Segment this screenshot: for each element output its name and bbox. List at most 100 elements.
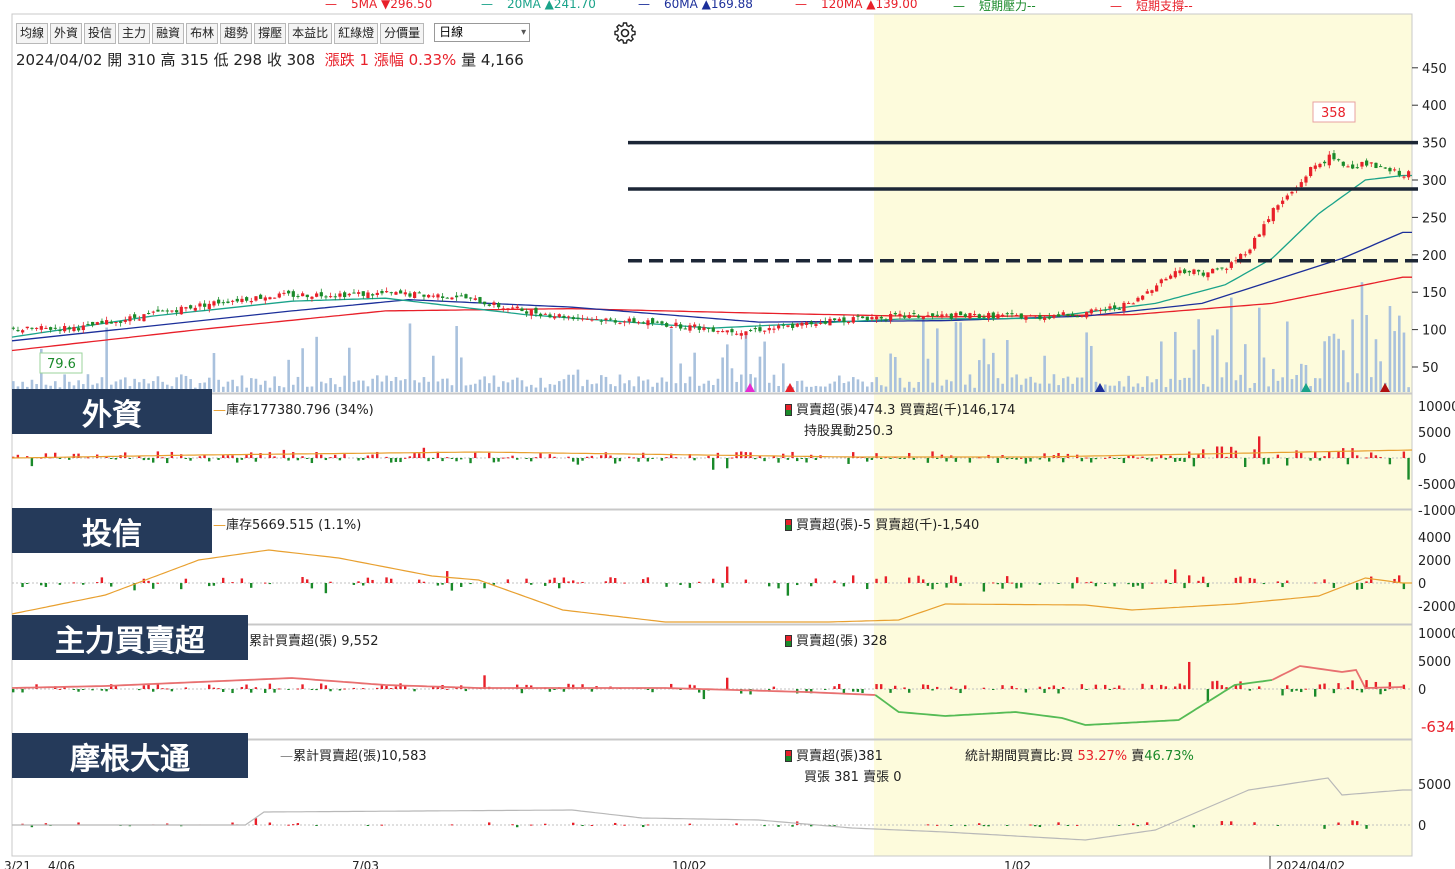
toolbar: 均線 外資 投信 主力 融資 布林 趨勢 撐壓 本益比 紅綠燈 分價量 日線 — [16, 23, 531, 44]
volume-bar — [651, 386, 654, 392]
candle-body — [1355, 167, 1359, 169]
trust-bar — [58, 583, 62, 585]
ohlc-pct: 漲幅 0.33% — [373, 51, 457, 69]
legend-support: — 短期支撐-- — [1110, 0, 1193, 13]
btn-trust[interactable]: 投信 — [84, 23, 117, 44]
foreign-bar — [642, 452, 645, 458]
volume-bar — [628, 380, 631, 392]
volume-bar — [1262, 357, 1266, 392]
main-bar — [82, 689, 85, 690]
candle-body — [235, 298, 239, 302]
candle-body — [277, 293, 281, 298]
btn-volume-profile[interactable]: 分價量 — [380, 23, 425, 44]
foreign-bar — [651, 458, 654, 459]
volume-bar — [926, 358, 930, 392]
period-select[interactable]: 日線 — [434, 23, 531, 42]
btn-main[interactable]: 主力 — [118, 23, 151, 44]
volume-bar — [842, 382, 846, 392]
candle-body — [1038, 314, 1042, 320]
volume-bar — [1216, 329, 1219, 392]
foreign-bar — [217, 458, 220, 460]
btn-traffic-light[interactable]: 紅綠燈 — [334, 23, 379, 44]
candle-body — [1374, 162, 1378, 169]
volume-bar — [875, 377, 878, 392]
trust-bar — [152, 583, 155, 589]
trust-bar — [852, 575, 855, 583]
candle-body — [921, 316, 925, 319]
candle-body — [702, 327, 706, 330]
main-bar — [315, 689, 318, 691]
volume-bar — [236, 386, 239, 392]
candle-body — [375, 292, 379, 295]
btn-support-resistance[interactable]: 撐壓 — [254, 23, 287, 44]
candle-body — [716, 331, 720, 333]
volume-bar — [945, 379, 948, 392]
candle-body — [679, 324, 683, 329]
trust-net: 買賣超(張)-5 買賣超(千)-1,540 — [785, 514, 979, 533]
foreign-bar — [110, 458, 113, 459]
jpm-bar — [936, 824, 939, 826]
trust-bar — [21, 583, 24, 588]
volume-bar — [950, 381, 953, 392]
volume-bar — [1290, 379, 1294, 392]
trust-bar — [110, 583, 113, 587]
btn-pe[interactable]: 本益比 — [288, 23, 333, 44]
volume-bar — [982, 338, 986, 392]
foreign-bar — [366, 455, 370, 458]
candle-body — [1220, 267, 1224, 269]
volume-bar — [1342, 350, 1345, 392]
candle-body — [16, 330, 20, 332]
candle-body — [1103, 309, 1107, 311]
candle-body — [30, 327, 34, 329]
btn-foreign[interactable]: 外資 — [50, 23, 83, 44]
foreign-bar — [86, 457, 90, 459]
volume-bar — [1323, 341, 1326, 392]
volume-bar — [1398, 315, 1401, 392]
gear-icon[interactable] — [613, 21, 637, 45]
candle-body — [763, 330, 767, 332]
trust-bar — [1071, 583, 1074, 589]
jpm-cumulative-text: 累計買賣超(張)10,583 — [293, 749, 427, 764]
candle-body — [744, 331, 748, 336]
btn-trend[interactable]: 趨勢 — [220, 23, 253, 44]
trust-bar — [926, 583, 930, 586]
btn-margin[interactable]: 融資 — [152, 23, 185, 44]
foreign-bar — [1314, 451, 1317, 458]
foreign-bar — [441, 458, 444, 462]
main-bar — [1052, 685, 1056, 689]
volume-bar — [1034, 382, 1037, 392]
candle-body — [1388, 168, 1392, 172]
volume-bar — [450, 385, 454, 392]
candle-body — [198, 303, 202, 307]
main-cumulative-line-red — [11, 677, 876, 696]
trust-bar — [726, 566, 729, 583]
foreign-bar — [618, 458, 622, 462]
volume-bar — [1122, 386, 1126, 392]
volume-bar — [992, 352, 995, 392]
btn-bollinger[interactable]: 布林 — [186, 23, 219, 44]
volume-bar — [296, 376, 300, 392]
foreign-bar — [954, 458, 958, 462]
jpm-bar — [254, 818, 258, 825]
trust-bar — [1164, 579, 1168, 583]
candle-body — [301, 293, 305, 297]
candle-body — [156, 309, 160, 312]
candle-body — [609, 318, 613, 320]
x-axis-label-2: 7/03 — [352, 859, 379, 869]
volume-bar — [1188, 377, 1191, 392]
volume-bar — [1183, 377, 1186, 392]
volume-bar — [847, 381, 850, 392]
candle-body — [870, 317, 874, 320]
btn-ma[interactable]: 均線 — [16, 23, 49, 44]
trust-bar — [810, 583, 813, 587]
volume-bar — [590, 384, 594, 392]
main-bar — [856, 689, 860, 692]
foreign-bar — [516, 458, 519, 460]
candle-body — [259, 294, 263, 299]
volume-bar — [1048, 383, 1051, 392]
trust-bar — [506, 579, 510, 583]
candle-body — [231, 300, 235, 302]
volume-bar — [278, 385, 281, 392]
jpm-bar — [530, 824, 533, 826]
main-bar — [1104, 684, 1107, 689]
